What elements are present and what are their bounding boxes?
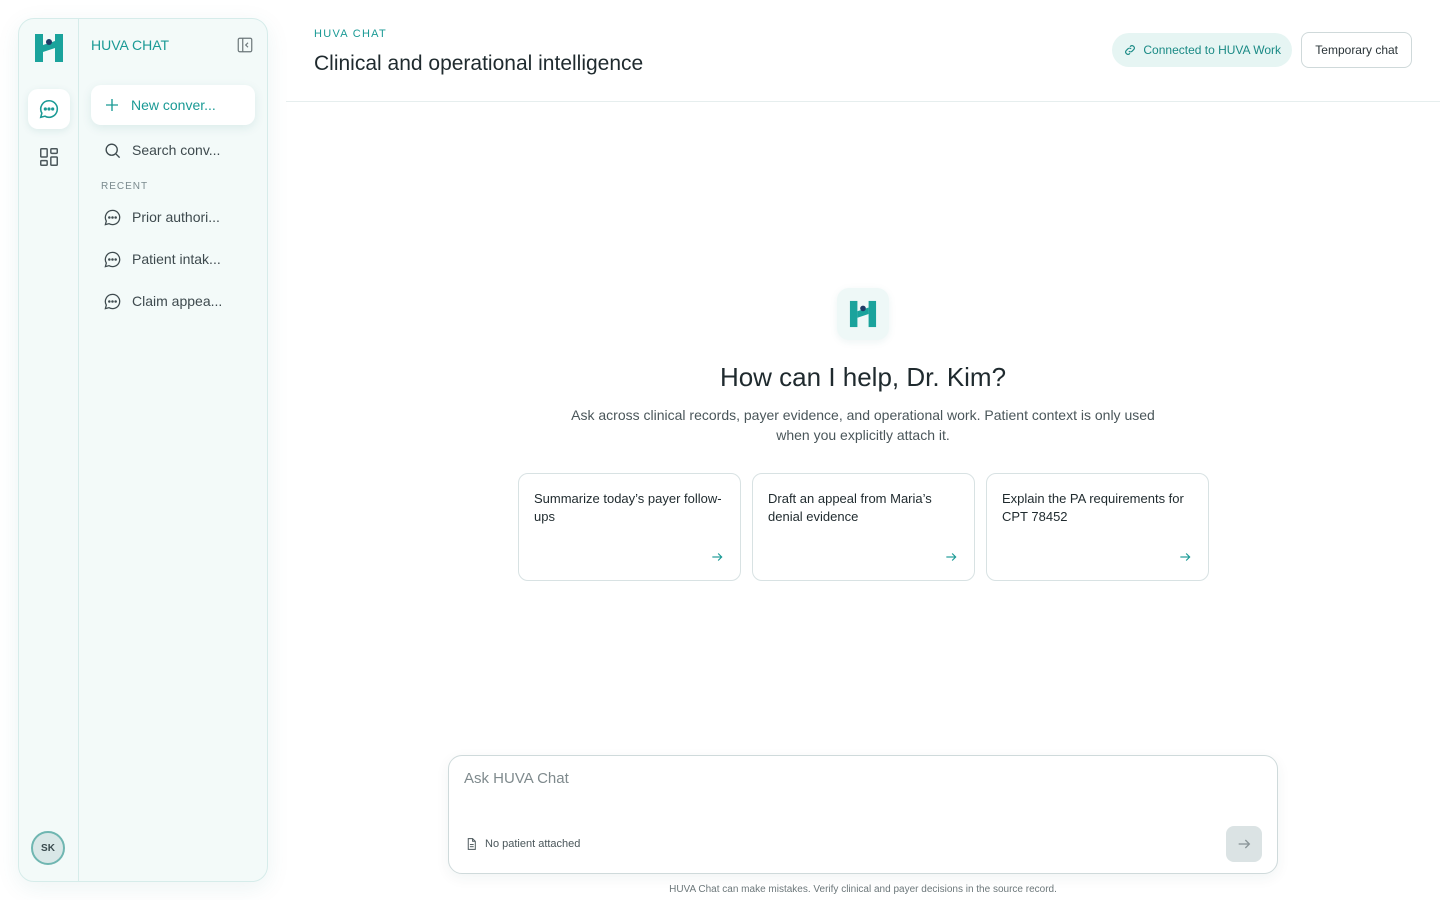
suggestion-card[interactable]: Summarize today’s payer follow-ups: [518, 473, 741, 581]
recent-conversation-item[interactable]: Prior authori...: [91, 196, 255, 238]
user-avatar[interactable]: SK: [31, 831, 65, 865]
conversation-panel: HUVA CHAT New conver... Search conv... R…: [79, 19, 267, 881]
chat-input[interactable]: [464, 770, 1244, 787]
suggestion-text: Summarize today’s payer follow-ups: [534, 491, 722, 524]
collapse-sidebar-button[interactable]: [235, 35, 255, 55]
arrow-right-icon: [946, 553, 957, 561]
page-title: Clinical and operational intelligence: [314, 52, 644, 75]
chat-composer: No patient attached: [448, 755, 1278, 874]
temporary-chat-button[interactable]: Temporary chat: [1301, 32, 1412, 68]
apps-nav-button[interactable]: [28, 137, 70, 177]
chat-bubble-icon: [104, 293, 121, 310]
chat-bubble-icon: [104, 251, 121, 268]
suggestion-text: Draft an appeal from Maria’s denial evid…: [768, 491, 932, 524]
search-conversations-label: Search conv...: [132, 142, 221, 158]
suggestion-text: Explain the PA requirements for CPT 7845…: [1002, 491, 1184, 524]
new-conversation-label: New conver...: [131, 97, 216, 113]
greeting-subtitle: Ask across clinical records, payer evide…: [571, 407, 1155, 443]
recent-conversation-label: Patient intak...: [132, 251, 221, 267]
search-conversations-button[interactable]: Search conv...: [91, 129, 255, 171]
connection-status-badge[interactable]: Connected to HUVA Work: [1112, 33, 1292, 67]
suggestion-card[interactable]: Draft an appeal from Maria’s denial evid…: [752, 473, 975, 581]
chat-bubble-icon: [104, 209, 121, 226]
arrow-right-icon: [1238, 839, 1251, 849]
arrow-right-icon: [1180, 553, 1191, 561]
sidebar-collapse-icon: [237, 37, 253, 53]
brand-name: HUVA CHAT: [91, 37, 170, 53]
icon-rail: SK: [19, 19, 79, 881]
link-icon: [1125, 45, 1136, 55]
grid-icon: [39, 148, 58, 166]
main-header: HUVA CHAT Clinical and operational intel…: [286, 0, 1440, 102]
search-icon: [105, 142, 121, 158]
arrow-right-icon: [712, 553, 723, 561]
suggestion-card[interactable]: Explain the PA requirements for CPT 7845…: [986, 473, 1209, 581]
suggestion-cards: Summarize today’s payer follow-ups Draft…: [518, 473, 1209, 581]
chat-bubble-icon: [39, 99, 58, 119]
document-icon: [467, 838, 476, 850]
app-root: SK HUVA CHAT New conver... Search conv..…: [0, 0, 1440, 900]
recent-conversation-item[interactable]: Claim appea...: [91, 280, 255, 322]
connection-status-label: Connected to HUVA Work: [1143, 43, 1281, 57]
new-conversation-button[interactable]: New conver...: [91, 85, 255, 125]
header-eyebrow: HUVA CHAT: [314, 28, 388, 40]
recent-conversation-label: Prior authori...: [132, 209, 220, 225]
recent-conversation-item[interactable]: Patient intak...: [91, 238, 255, 280]
disclaimer-text: HUVA Chat can make mistakes. Verify clin…: [669, 884, 1057, 895]
huva-logo-icon: [34, 34, 63, 62]
plus-icon: [106, 99, 118, 111]
chat-nav-button[interactable]: [27, 89, 70, 129]
sidebar: SK HUVA CHAT New conver... Search conv..…: [18, 18, 268, 882]
attachment-status: No patient attached: [485, 838, 581, 850]
hero-logo: [837, 288, 889, 340]
panel-header: HUVA CHAT: [91, 35, 255, 55]
recent-conversation-label: Claim appea...: [132, 293, 223, 309]
attach-patient-button[interactable]: No patient attached: [465, 837, 580, 851]
huva-logo-icon: [849, 300, 877, 328]
greeting-heading: How can I help, Dr. Kim?: [719, 362, 1007, 392]
send-button[interactable]: [1226, 826, 1262, 862]
recent-section-label: RECENT: [101, 181, 149, 192]
